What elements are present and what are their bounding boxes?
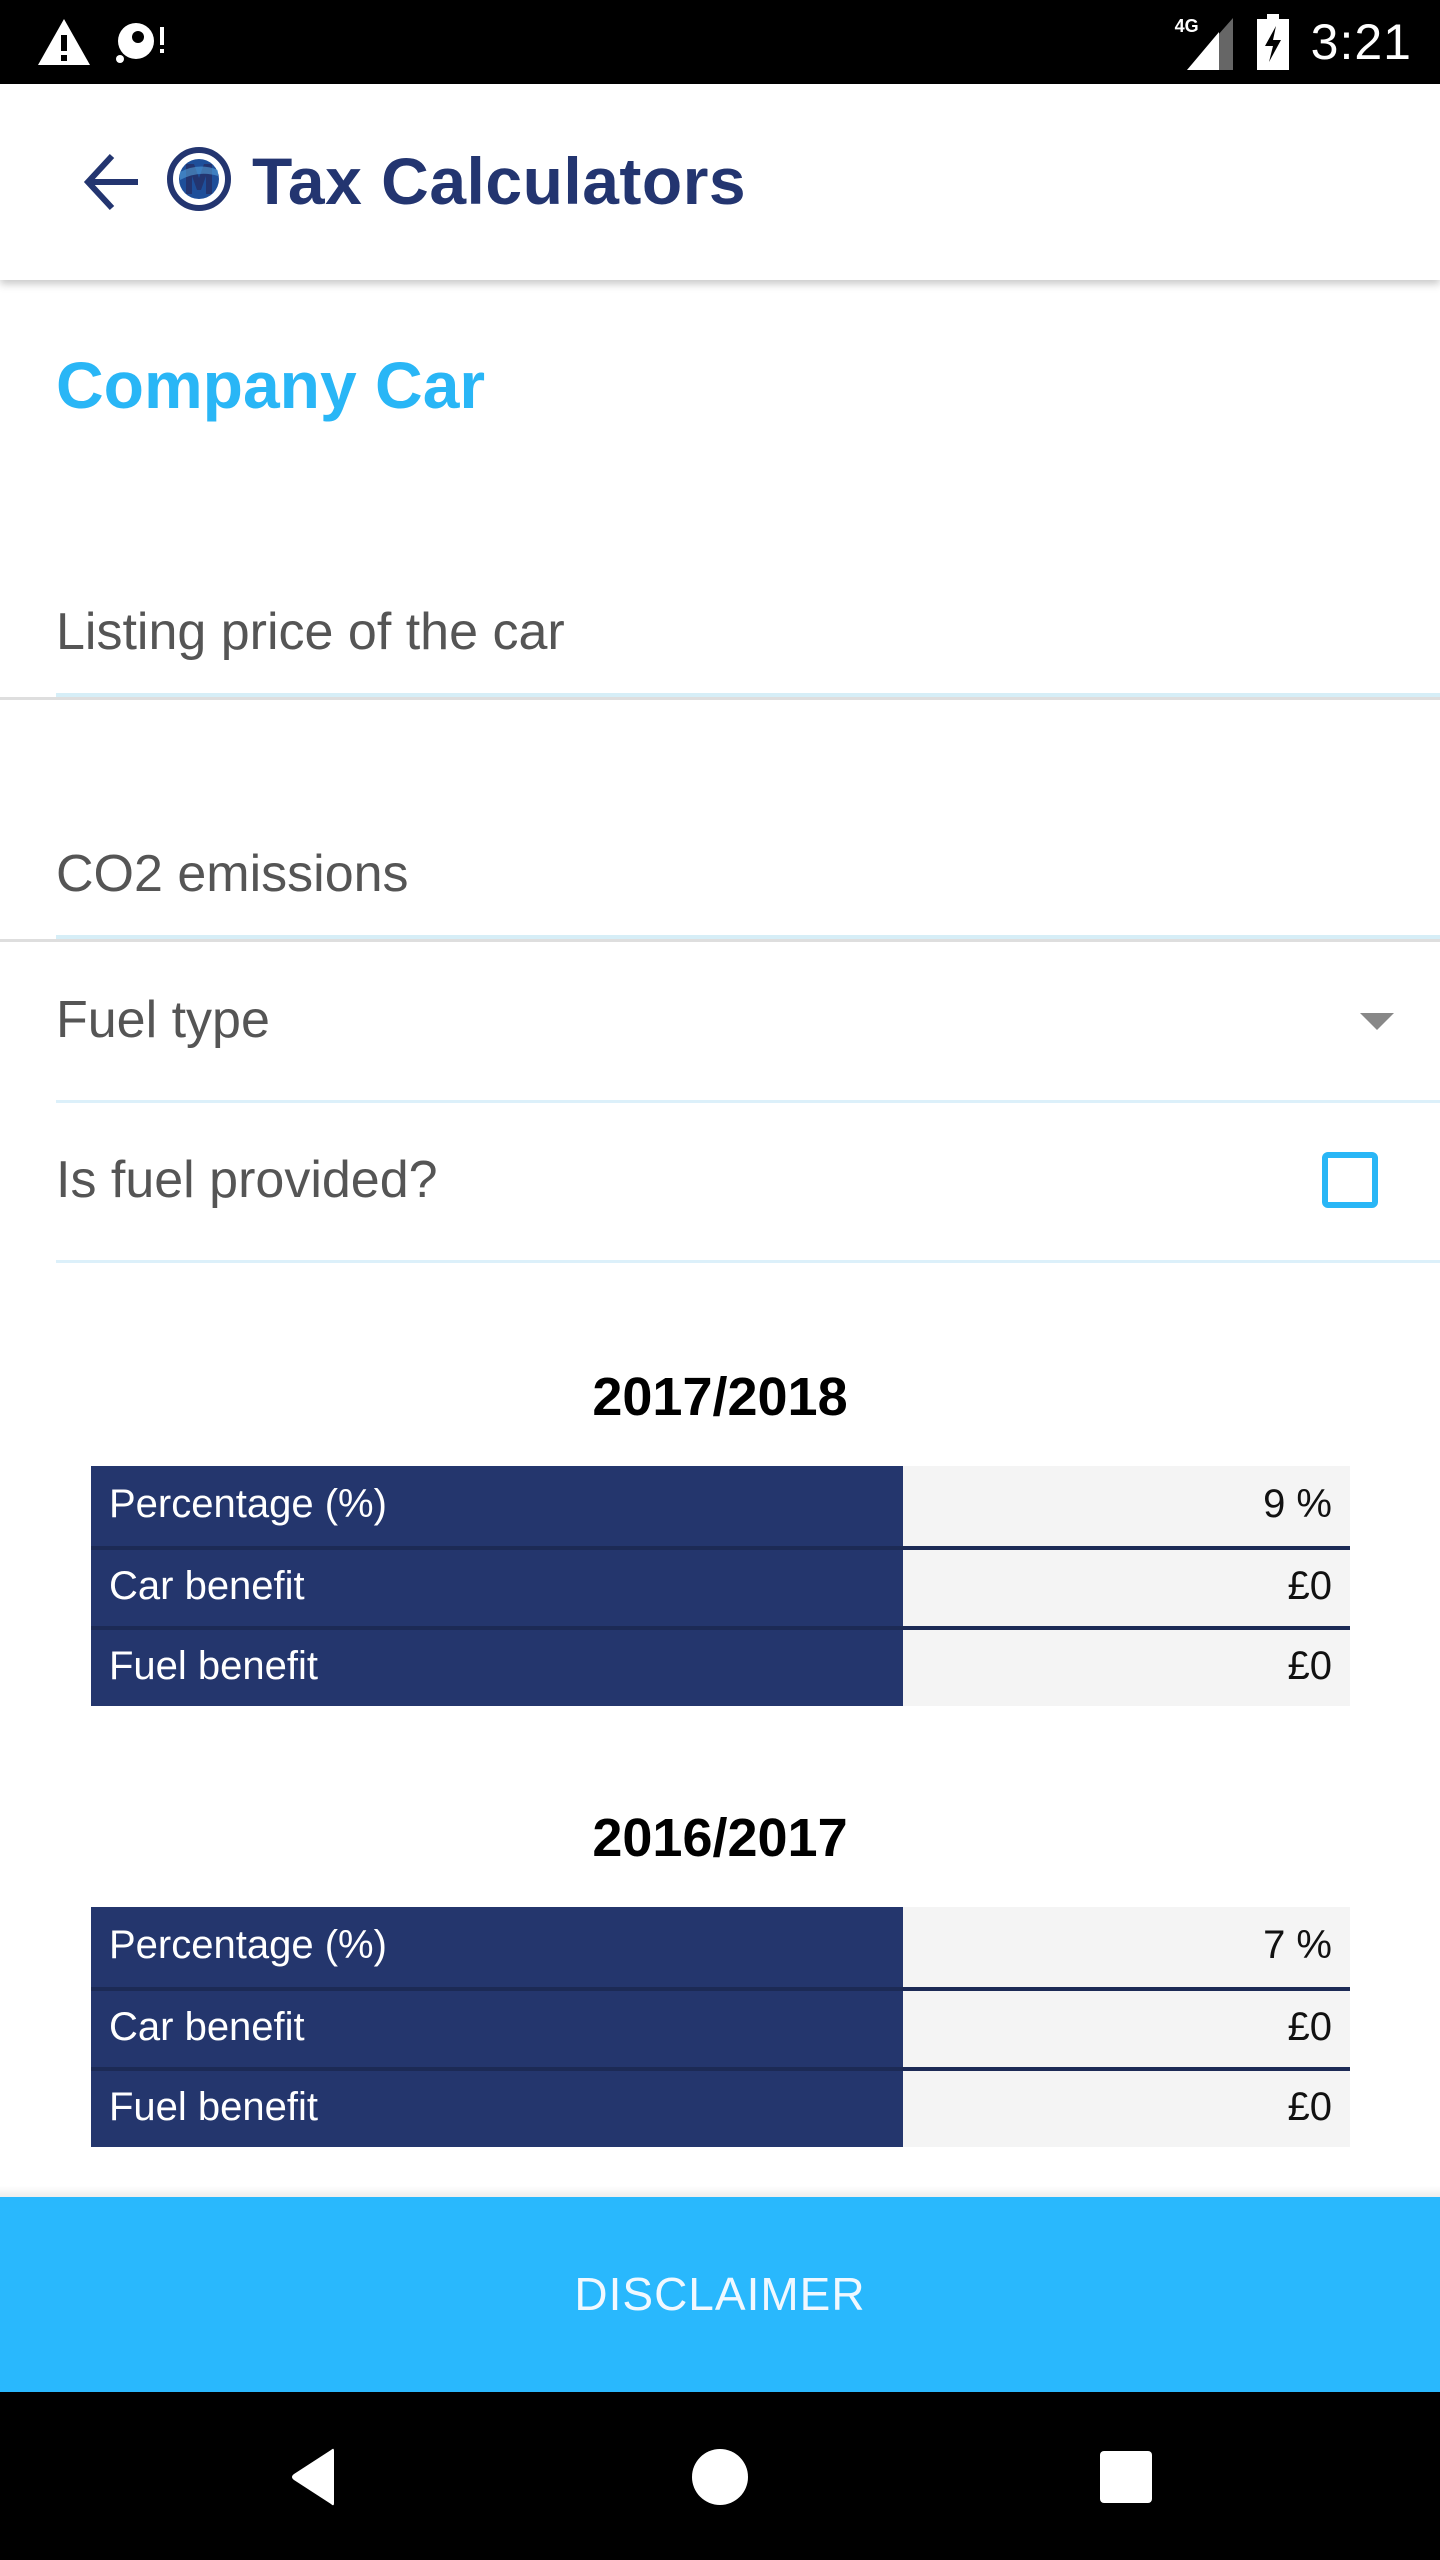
status-bar: 4G 3:21	[0, 0, 1440, 84]
app-title: Tax Calculators	[252, 144, 747, 218]
warning-icon	[38, 19, 90, 65]
table-row: Fuel benefit £0	[91, 1626, 1350, 1706]
home-icon	[692, 2449, 748, 2505]
dropdown-arrow-icon	[1360, 1013, 1394, 1030]
co2-emissions-field[interactable]: CO2 emissions	[0, 832, 1440, 944]
table-row: Percentage (%) 9 %	[91, 1466, 1350, 1546]
nav-back-button[interactable]	[266, 2432, 366, 2522]
status-right-icons: 4G 3:21	[1175, 0, 1412, 84]
row-value: £0	[903, 1991, 1350, 2067]
back-icon	[292, 2448, 334, 2506]
row-label: Percentage (%)	[91, 1466, 903, 1546]
row-value: 9 %	[903, 1466, 1350, 1546]
fuel-provided-row[interactable]: Is fuel provided?	[0, 1105, 1440, 1265]
fuel-type-label: Fuel type	[56, 991, 270, 1049]
listing-price-placeholder: Listing price of the car	[56, 603, 565, 661]
fuel-provided-label: Is fuel provided?	[56, 1151, 438, 1209]
system-nav-bar	[0, 2392, 1440, 2560]
app-bar: Tax Calculators	[0, 84, 1440, 280]
row-label: Car benefit	[91, 1991, 903, 2067]
row-label: Percentage (%)	[91, 1907, 903, 1987]
row-value: 7 %	[903, 1907, 1350, 1987]
listing-price-divider	[0, 697, 1440, 700]
back-button[interactable]	[72, 142, 152, 222]
fuel-type-divider	[56, 1100, 1440, 1103]
sync-alert-icon	[116, 23, 164, 63]
table-row: Fuel benefit £0	[91, 2067, 1350, 2147]
status-time: 3:21	[1310, 14, 1412, 70]
tax-table-2017-2018: Percentage (%) 9 % Car benefit £0 Fuel b…	[91, 1466, 1350, 1706]
recents-icon	[1100, 2451, 1152, 2503]
arrow-left-icon	[83, 153, 138, 211]
co2-emissions-divider	[0, 939, 1440, 942]
nav-recents-button[interactable]	[1076, 2432, 1176, 2522]
table-row: Car benefit £0	[91, 1987, 1350, 2067]
tax-table-2016-2017: Percentage (%) 7 % Car benefit £0 Fuel b…	[91, 1907, 1350, 2147]
table-row: Percentage (%) 7 %	[91, 1907, 1350, 1987]
row-value: £0	[903, 1630, 1350, 1706]
page-title: Company Car	[56, 348, 486, 422]
year-heading: 2016/2017	[592, 1808, 848, 1868]
co2-emissions-placeholder: CO2 emissions	[56, 845, 409, 903]
signal-icon: 4G	[1175, 14, 1235, 70]
row-value: £0	[903, 1550, 1350, 1626]
battery-charging-icon	[1256, 14, 1289, 70]
fuel-type-select[interactable]: Fuel type	[0, 945, 1440, 1105]
table-row: Car benefit £0	[91, 1546, 1350, 1626]
status-left-icons	[36, 14, 170, 70]
fuel-provided-divider	[56, 1260, 1440, 1263]
row-label: Fuel benefit	[91, 1630, 903, 1706]
listing-price-field[interactable]: Listing price of the car	[0, 590, 1440, 702]
fuel-provided-checkbox[interactable]	[1322, 1152, 1378, 1208]
nav-home-button[interactable]	[670, 2432, 770, 2522]
row-value: £0	[903, 2071, 1350, 2147]
row-label: Fuel benefit	[91, 2071, 903, 2147]
disclaimer-button[interactable]: DISCLAIMER	[0, 2197, 1440, 2392]
m-logo-icon	[167, 147, 231, 211]
row-label: Car benefit	[91, 1550, 903, 1626]
year-heading: 2017/2018	[592, 1367, 848, 1427]
